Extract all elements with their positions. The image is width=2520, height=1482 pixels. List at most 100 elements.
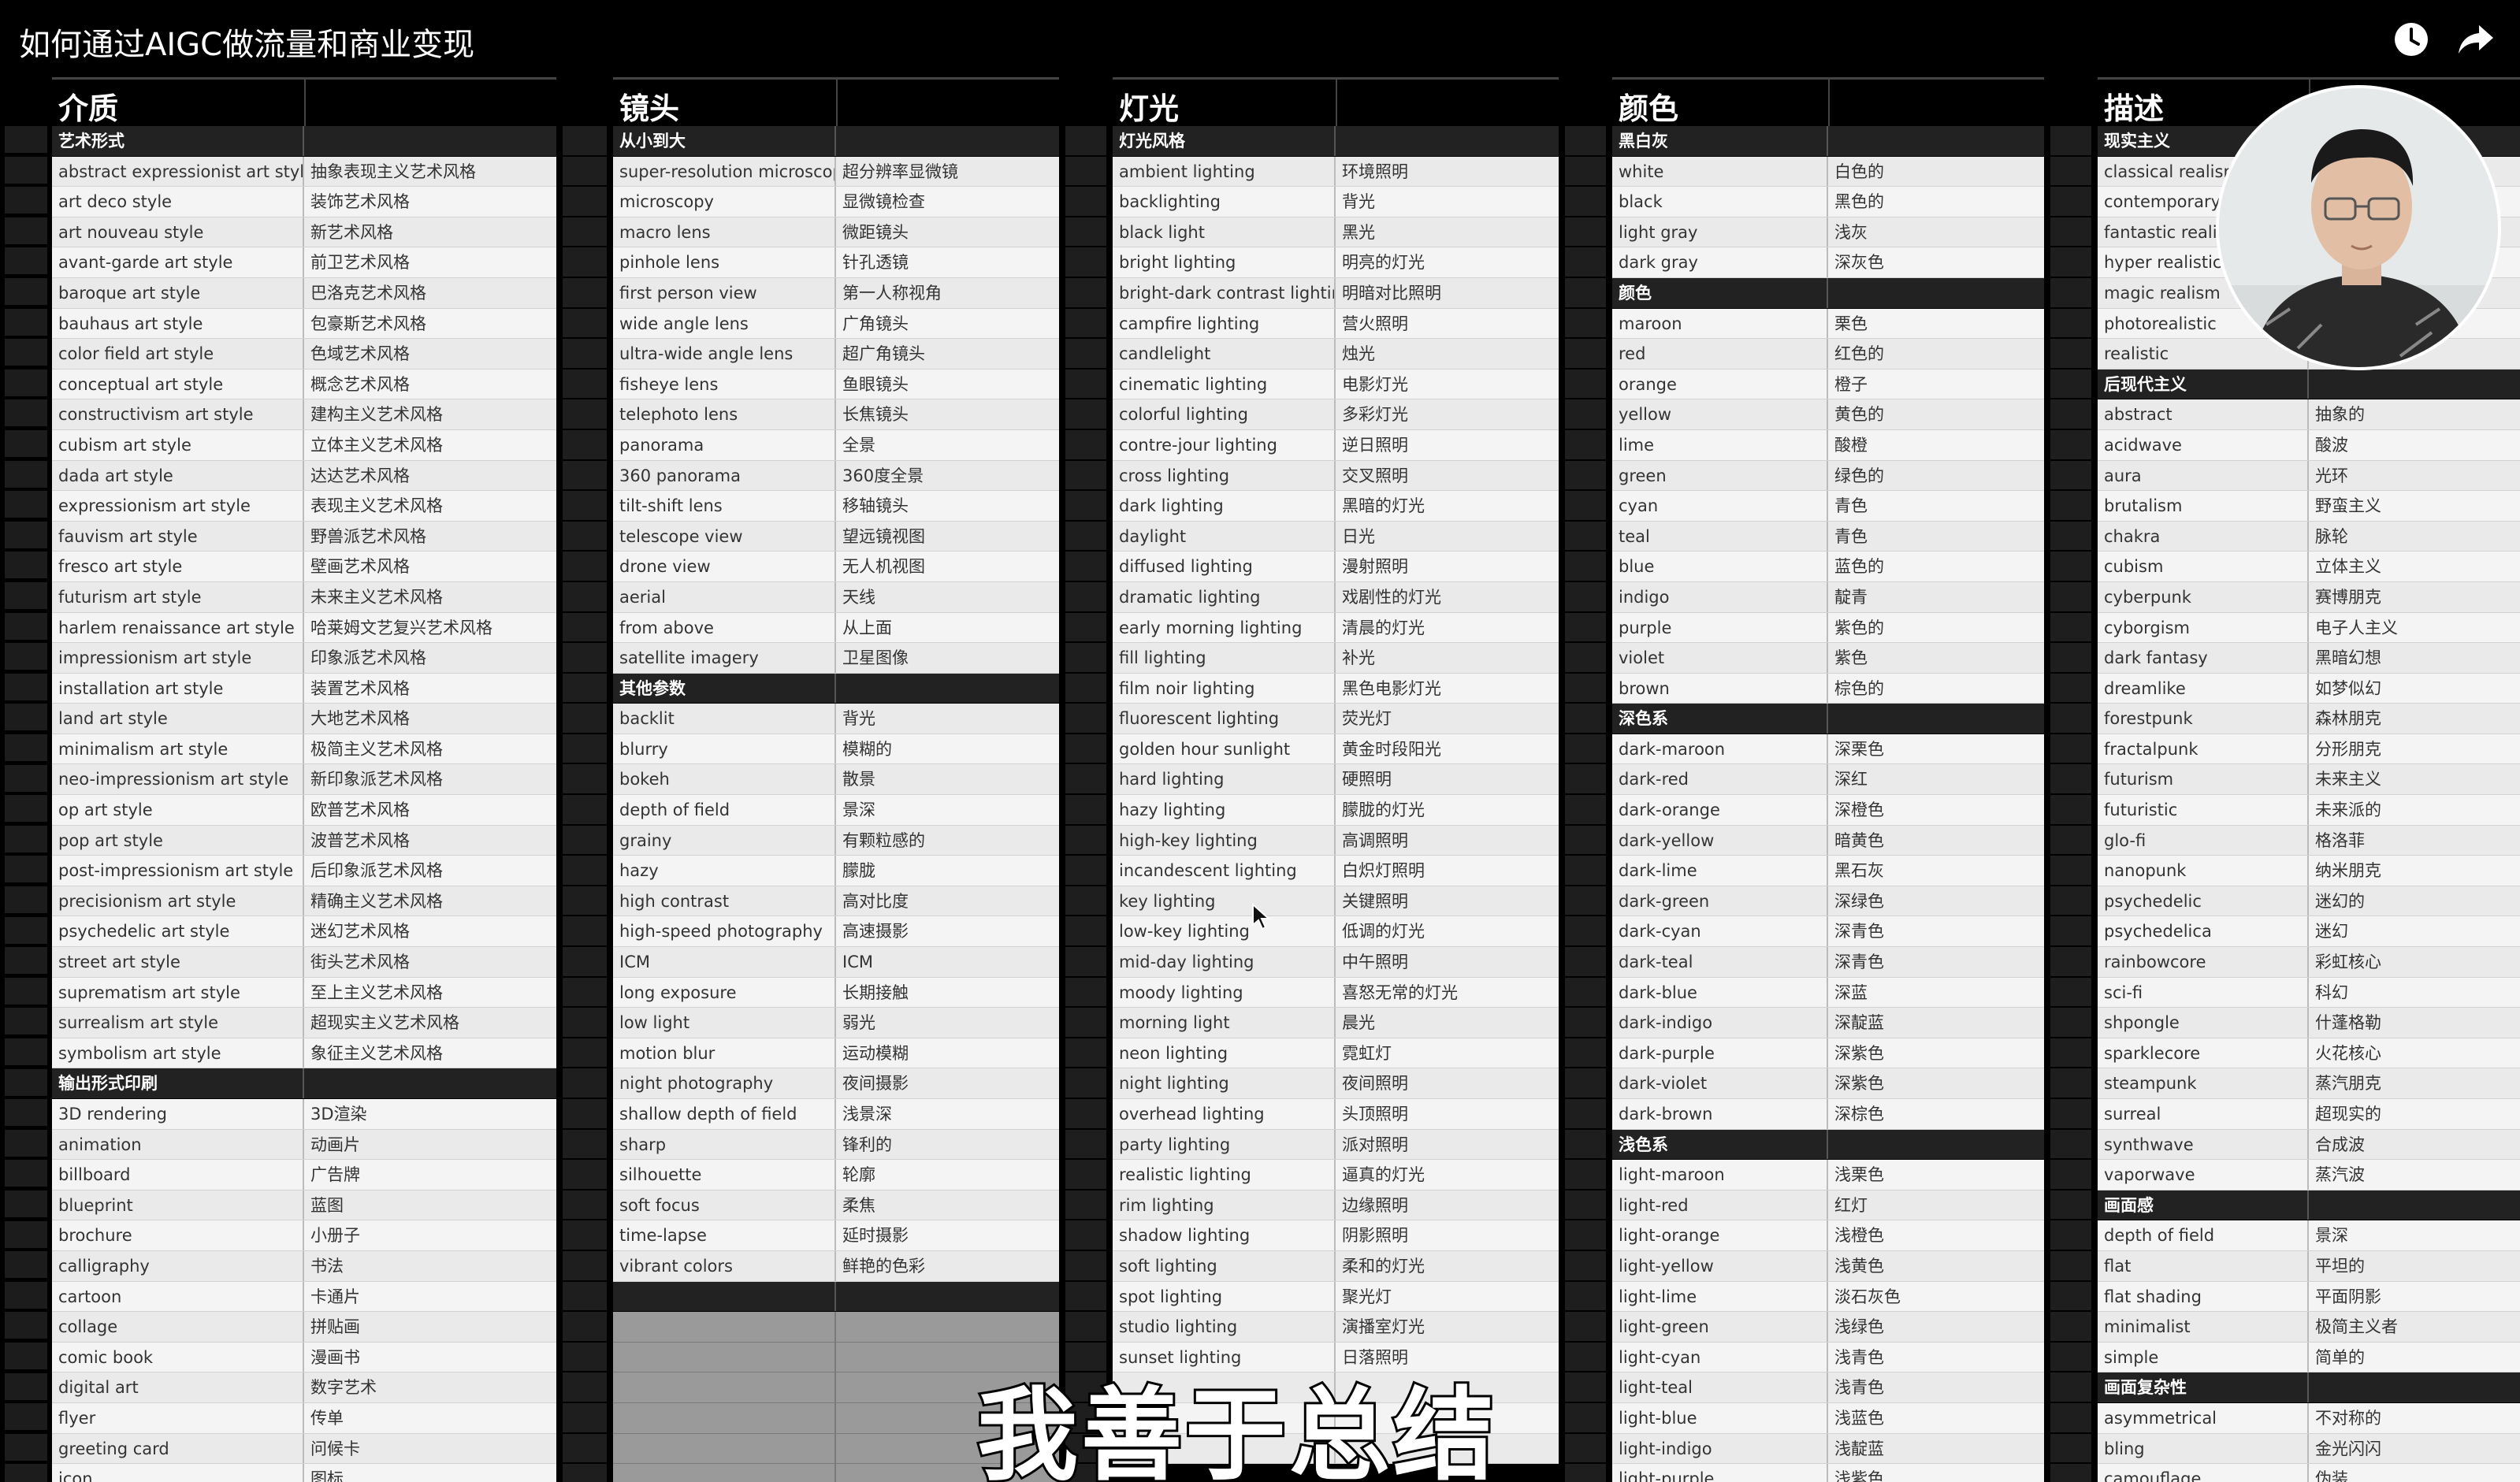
chinese-translation-cell[interactable]: 拼贴画 xyxy=(304,1312,556,1342)
chinese-translation-cell[interactable]: 科幻 xyxy=(2309,978,2520,1008)
english-term-cell[interactable]: aura xyxy=(2098,460,2309,491)
chinese-translation-cell[interactable]: 望远镜视图 xyxy=(836,522,1059,552)
chinese-translation-cell[interactable]: 紫色的 xyxy=(1828,613,2044,643)
chinese-translation-cell[interactable] xyxy=(836,674,1059,704)
chinese-translation-cell[interactable]: 迷幻 xyxy=(2309,916,2520,946)
chinese-translation-cell[interactable]: 电子人主义 xyxy=(2309,613,2520,643)
english-term-cell[interactable]: night photography xyxy=(613,1068,836,1098)
english-term-cell[interactable]: fluorescent lighting xyxy=(1113,704,1336,734)
chinese-translation-cell[interactable] xyxy=(1828,704,2044,734)
english-term-cell[interactable]: sparklecore xyxy=(2098,1038,2309,1068)
chinese-translation-cell[interactable]: 夜间摄影 xyxy=(836,1068,1059,1098)
chinese-translation-cell[interactable]: 青色 xyxy=(1828,522,2044,552)
english-term-cell[interactable]: pop art style xyxy=(52,825,304,856)
english-term-cell[interactable]: flyer xyxy=(52,1402,304,1433)
english-term-cell[interactable]: steampunk xyxy=(2098,1068,2309,1098)
english-term-cell[interactable]: icon xyxy=(52,1464,304,1482)
chinese-translation-cell[interactable]: 第一人称视角 xyxy=(836,278,1059,308)
english-term-cell[interactable]: asymmetrical xyxy=(2098,1402,2309,1433)
chinese-translation-cell[interactable]: 漫画书 xyxy=(304,1343,556,1372)
share-icon[interactable] xyxy=(2454,17,2498,61)
english-term-cell[interactable]: campfire lighting xyxy=(1113,308,1336,339)
chinese-translation-cell[interactable]: 漫射照明 xyxy=(1336,552,1559,581)
chinese-translation-cell[interactable]: 浅靛蓝 xyxy=(1828,1434,2044,1464)
chinese-translation-cell[interactable]: 蓝图 xyxy=(304,1190,556,1220)
english-term-cell[interactable]: white xyxy=(1612,156,1828,187)
english-term-cell[interactable]: flat xyxy=(2098,1250,2309,1281)
english-term-cell[interactable]: bling xyxy=(2098,1433,2309,1464)
english-term-cell[interactable]: time-lapse xyxy=(613,1220,836,1250)
english-term-cell[interactable]: pinhole lens xyxy=(613,247,836,277)
chinese-translation-cell[interactable] xyxy=(836,1312,1059,1342)
chinese-translation-cell[interactable]: 环境照明 xyxy=(1336,157,1559,187)
english-term-cell[interactable]: microscopy xyxy=(613,187,836,217)
english-term-cell[interactable]: minimalist xyxy=(2098,1312,2309,1342)
chinese-translation-cell[interactable]: 平面阴影 xyxy=(2309,1282,2520,1312)
chinese-translation-cell[interactable]: 3D渲染 xyxy=(304,1099,556,1129)
english-term-cell[interactable]: psychedelica xyxy=(2098,916,2309,947)
english-term-cell[interactable]: dark-orange xyxy=(1612,795,1828,825)
chinese-translation-cell[interactable]: 深紫色 xyxy=(1828,1068,2044,1098)
english-term-cell[interactable]: light-cyan xyxy=(1612,1342,1828,1372)
chinese-translation-cell[interactable]: 新印象派艺术风格 xyxy=(304,764,556,794)
chinese-translation-cell[interactable]: 金光闪闪 xyxy=(2309,1434,2520,1464)
chinese-translation-cell[interactable]: 巴洛克艺术风格 xyxy=(304,278,556,308)
section-title-cell[interactable]: 其他参数 xyxy=(613,673,836,704)
chinese-translation-cell[interactable]: 黑暗的灯光 xyxy=(1336,491,1559,521)
english-term-cell[interactable]: dark-brown xyxy=(1612,1099,1828,1129)
chinese-translation-cell[interactable]: 卫星图像 xyxy=(836,643,1059,673)
chinese-translation-cell[interactable]: 棕色的 xyxy=(1828,674,2044,704)
chinese-translation-cell[interactable]: 装置艺术风格 xyxy=(304,674,556,704)
english-term-cell[interactable]: yellow xyxy=(1612,399,1828,429)
chinese-translation-cell[interactable] xyxy=(836,1282,1059,1312)
chinese-translation-cell[interactable]: 逼真的灯光 xyxy=(1336,1160,1559,1190)
chinese-translation-cell[interactable]: 栗色 xyxy=(1828,309,2044,339)
english-term-cell[interactable]: ambient lighting xyxy=(1113,156,1336,187)
chinese-translation-cell[interactable]: 如梦似幻 xyxy=(2309,674,2520,704)
english-term-cell[interactable]: impressionism art style xyxy=(52,643,304,673)
english-term-cell[interactable]: shallow depth of field xyxy=(613,1099,836,1129)
chinese-translation-cell[interactable]: 锋利的 xyxy=(836,1130,1059,1160)
chinese-translation-cell[interactable]: 深青色 xyxy=(1828,916,2044,946)
english-term-cell[interactable]: orange xyxy=(1612,369,1828,399)
chinese-translation-cell[interactable]: 日光 xyxy=(1336,522,1559,552)
chinese-translation-cell[interactable] xyxy=(2309,1372,2520,1402)
chinese-translation-cell[interactable]: 高对比度 xyxy=(836,886,1059,916)
chinese-translation-cell[interactable]: 伪装 xyxy=(2309,1464,2520,1482)
english-term-cell[interactable]: harlem renaissance art style xyxy=(52,612,304,643)
section-title-cell[interactable]: 画面感 xyxy=(2098,1190,2309,1220)
chinese-translation-cell[interactable]: 合成波 xyxy=(2309,1130,2520,1160)
english-term-cell[interactable]: teal xyxy=(1612,521,1828,552)
chinese-translation-cell[interactable]: 浅绿色 xyxy=(1828,1312,2044,1342)
english-term-cell[interactable]: rainbowcore xyxy=(2098,947,2309,977)
english-term-cell[interactable] xyxy=(613,1312,836,1342)
chinese-translation-cell[interactable]: 浅青色 xyxy=(1828,1343,2044,1372)
english-term-cell[interactable]: dark-blue xyxy=(1612,977,1828,1008)
chinese-translation-cell[interactable]: 迷幻的 xyxy=(2309,886,2520,916)
english-term-cell[interactable]: futurism xyxy=(2098,764,2309,795)
english-term-cell[interactable]: nanopunk xyxy=(2098,856,2309,886)
chinese-translation-cell[interactable] xyxy=(836,126,1059,156)
english-term-cell[interactable]: dark-indigo xyxy=(1612,1008,1828,1038)
chinese-translation-cell[interactable]: 营火照明 xyxy=(1336,309,1559,339)
english-term-cell[interactable]: black light xyxy=(1113,217,1336,247)
english-term-cell[interactable]: calligraphy xyxy=(52,1250,304,1281)
chinese-translation-cell[interactable]: 未来派的 xyxy=(2309,795,2520,825)
english-term-cell[interactable]: futurism art style xyxy=(52,581,304,612)
chinese-translation-cell[interactable]: 超分辨率显微镜 xyxy=(836,157,1059,187)
chinese-translation-cell[interactable]: 长焦镜头 xyxy=(836,399,1059,429)
chinese-translation-cell[interactable]: 浅景深 xyxy=(836,1099,1059,1129)
chinese-translation-cell[interactable]: 浅黄色 xyxy=(1828,1251,2044,1281)
section-title-cell[interactable]: 画面复杂性 xyxy=(2098,1372,2309,1402)
english-term-cell[interactable]: sci-fi xyxy=(2098,977,2309,1008)
chinese-translation-cell[interactable]: 红色的 xyxy=(1828,339,2044,369)
english-term-cell[interactable]: digital art xyxy=(52,1372,304,1402)
chinese-translation-cell[interactable]: 黄金时段阳光 xyxy=(1336,734,1559,764)
english-term-cell[interactable]: cross lighting xyxy=(1113,460,1336,491)
english-term-cell[interactable]: dark-maroon xyxy=(1612,734,1828,764)
english-term-cell[interactable]: overhead lighting xyxy=(1113,1099,1336,1129)
chinese-translation-cell[interactable]: 街头艺术风格 xyxy=(304,947,556,977)
english-term-cell[interactable]: backlit xyxy=(613,704,836,734)
english-term-cell[interactable]: high-speed photography xyxy=(613,916,836,947)
section-title-cell[interactable]: 后现代主义 xyxy=(2098,369,2309,399)
